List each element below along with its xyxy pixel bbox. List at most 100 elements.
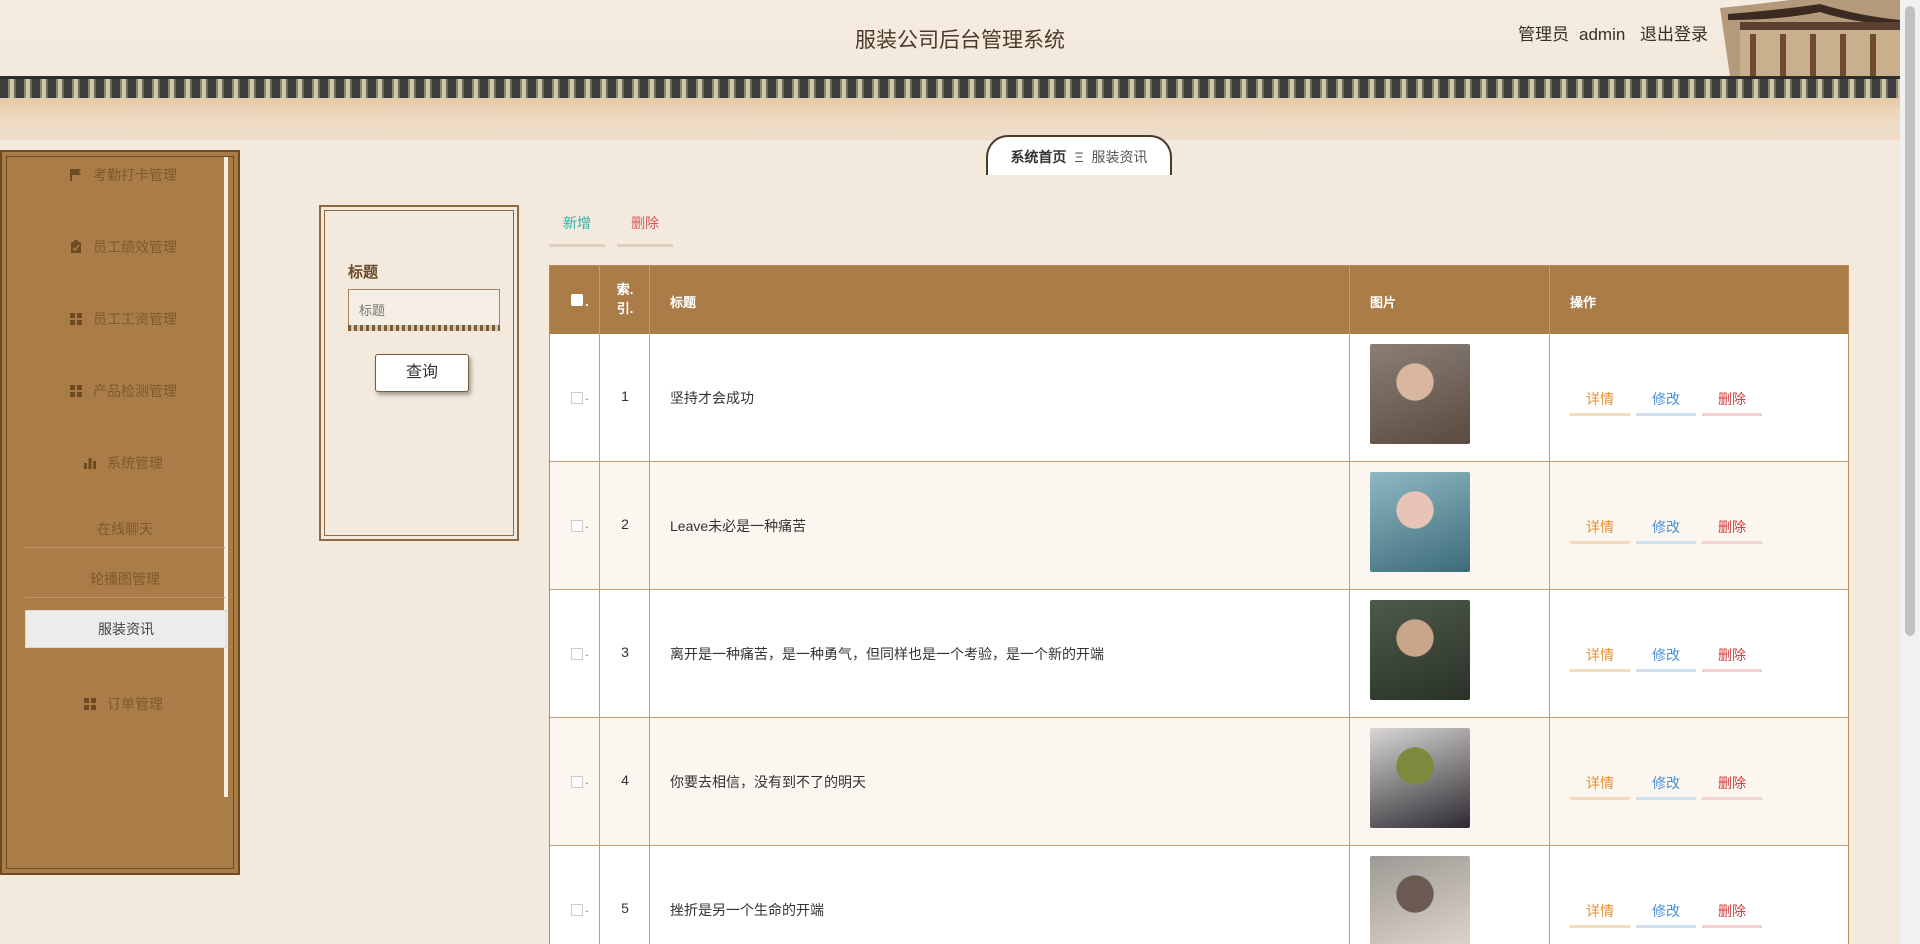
edit-button[interactable]: 修改 [1636,386,1696,416]
user-role: 管理员 [1518,25,1569,44]
header-ops-cell: 操作 [1550,266,1848,334]
detail-button[interactable]: 详情 [1570,514,1630,544]
sidebar-item-label: 系统管理 [107,455,163,471]
query-button[interactable]: 查询 [375,354,469,392]
search-panel: 标题 查询 [319,205,519,541]
row-check-cell: . [550,590,600,717]
select-all-checkbox[interactable] [571,294,583,306]
roof-decoration-icon [1720,0,1900,76]
row-checkbox[interactable] [571,776,583,788]
header-index: 索. 引. [616,282,634,316]
row-index-cell: 3 [600,590,650,717]
delete-row-button[interactable]: 删除 [1702,386,1762,416]
detail-button[interactable]: 详情 [1570,642,1630,672]
detail-button[interactable]: 详情 [1570,770,1630,800]
sidebar-item-salary[interactable]: 员工工资管理 [7,309,239,329]
row-title: 坚持才会成功 [670,390,754,406]
detail-button[interactable]: 详情 [1570,898,1630,928]
row-index-cell: 4 [600,718,650,845]
header-check-dot: . [585,294,589,309]
row-ops-cell: 详情 修改 删除 [1550,718,1848,845]
row-ops-cell: 详情 修改 删除 [1550,462,1848,589]
sidebar-frame: 考勤打卡管理 员工绩效管理 员工工资管理 产品检测管理 系统管理 在线聊天 轮播… [6,156,234,869]
bulk-delete-button[interactable]: 删除 [617,210,673,247]
row-ops-cell: 详情 修改 删除 [1550,334,1848,461]
edit-button[interactable]: 修改 [1636,514,1696,544]
row-title-cell: 坚持才会成功 [650,334,1350,461]
row-title-cell: 离开是一种痛苦，是一种勇气，但同样也是一个考验，是一个新的开端 [650,590,1350,717]
breadcrumb-current: 服装资讯 [1091,149,1148,165]
row-image-cell [1350,718,1550,845]
add-button[interactable]: 新增 [549,210,605,247]
news-table: . 索. 引. 标题 图片 操作 . 1 坚持才会成功 详情 修改 删除. 2 Leave未必… [549,265,1849,944]
search-label: 标题 [348,264,379,281]
row-checkbox[interactable] [571,392,583,404]
row-title-cell: 挫折是另一个生命的开端 [650,846,1350,944]
row-title: 挫折是另一个生命的开端 [670,902,824,918]
delete-row-button[interactable]: 删除 [1702,770,1762,800]
page-scrollbar-thumb[interactable] [1905,6,1915,636]
row-thumbnail[interactable] [1370,472,1470,572]
header-title-cell: 标题 [650,266,1350,334]
delete-row-button[interactable]: 删除 [1702,642,1762,672]
sidebar-item-orders[interactable]: 订单管理 [7,694,239,714]
header-ops: 操作 [1570,295,1597,310]
row-title: 你要去相信，没有到不了的明天 [670,774,866,790]
breadcrumb-home[interactable]: 系统首页 [1010,149,1066,165]
row-thumbnail[interactable] [1370,600,1470,700]
user-area: 管理员 admin 退出登录 [1518,20,1718,45]
edit-button[interactable]: 修改 [1636,770,1696,800]
row-title: Leave未必是一种痛苦 [670,518,807,534]
row-thumbnail[interactable] [1370,344,1470,444]
row-index: 2 [621,516,629,532]
row-checkbox[interactable] [571,648,583,660]
logout-link[interactable]: 退出登录 [1640,25,1708,44]
sidebar-sub-carousel[interactable]: 轮播图管理 [25,561,225,598]
row-index-cell: 1 [600,334,650,461]
sidebar-item-label: 员工绩效管理 [93,239,177,255]
row-checkbox[interactable] [571,520,583,532]
detail-button[interactable]: 详情 [1570,386,1630,416]
row-check-dot: . [585,516,589,531]
row-title-cell: 你要去相信，没有到不了的明天 [650,718,1350,845]
flag-icon [70,169,81,181]
row-check-dot: . [585,644,589,659]
row-index: 5 [621,900,629,916]
row-title: 离开是一种痛苦，是一种勇气，但同样也是一个考验，是一个新的开端 [670,646,1104,662]
row-check-dot: . [585,772,589,787]
bar-chart-icon [84,458,96,469]
row-check-dot: . [585,388,589,403]
sidebar-item-system[interactable]: 系统管理 [7,453,239,473]
row-image-cell [1350,334,1550,461]
sidebar-item-label: 考勤打卡管理 [93,167,177,183]
delete-row-button[interactable]: 删除 [1702,514,1762,544]
search-input-trim [348,325,500,331]
header-index-cell: 索. 引. [600,266,650,334]
grid-icon [70,385,82,397]
edit-button[interactable]: 修改 [1636,898,1696,928]
sidebar-sub-news[interactable]: 服装资讯 [25,610,227,648]
header: 服装公司后台管理系统 管理员 admin 退出登录 [0,0,1900,140]
sidebar-item-performance[interactable]: 员工绩效管理 [7,237,239,257]
page-scrollbar[interactable] [1900,0,1920,944]
row-index: 1 [621,388,629,404]
header-image-cell: 图片 [1350,266,1550,334]
sidebar-item-label: 产品检测管理 [93,383,177,399]
delete-row-button[interactable]: 删除 [1702,898,1762,928]
table-header: . 索. 引. 标题 图片 操作 [550,266,1848,334]
search-panel-frame: 标题 查询 [324,210,514,536]
row-thumbnail[interactable] [1370,728,1470,828]
edit-button[interactable]: 修改 [1636,642,1696,672]
sidebar-item-attendance[interactable]: 考勤打卡管理 [7,165,239,185]
sidebar-item-label: 员工工资管理 [93,311,177,327]
table-row: . 1 坚持才会成功 详情 修改 删除 [550,334,1848,462]
row-checkbox[interactable] [571,904,583,916]
row-ops-cell: 详情 修改 删除 [1550,846,1848,944]
sidebar-sub-chat[interactable]: 在线聊天 [25,511,225,548]
header-image: 图片 [1370,295,1397,310]
row-image-cell [1350,590,1550,717]
grid-icon [84,698,96,710]
breadcrumb: 系统首页 Ξ 服装资讯 [986,135,1172,175]
sidebar-item-inspection[interactable]: 产品检测管理 [7,381,239,401]
row-thumbnail[interactable] [1370,856,1470,944]
